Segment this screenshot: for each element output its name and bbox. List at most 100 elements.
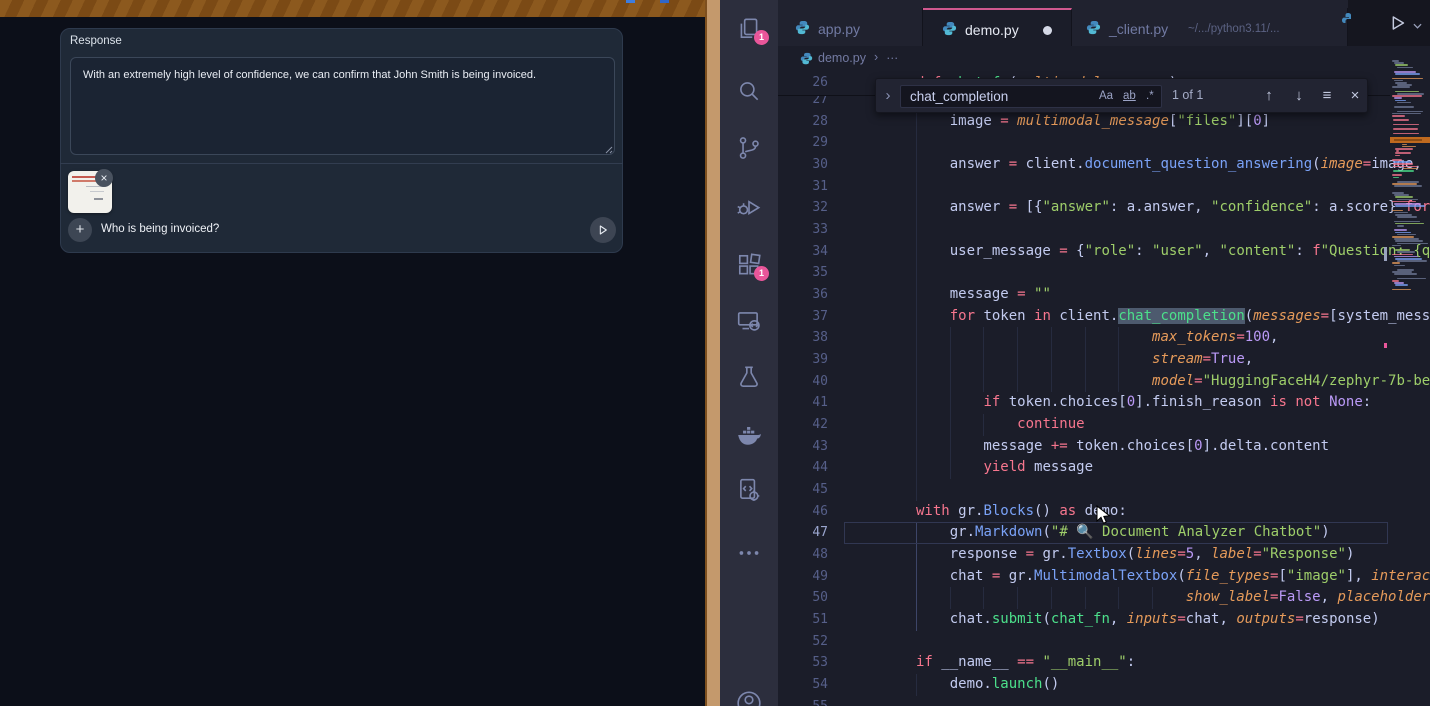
- source-control-icon[interactable]: [736, 135, 762, 161]
- line-number[interactable]: 54: [778, 674, 828, 696]
- line-number[interactable]: 39: [778, 349, 828, 371]
- line-number[interactable]: 42: [778, 414, 828, 436]
- breadcrumb-more[interactable]: …: [886, 48, 899, 62]
- gutter-row[interactable]: 35: [778, 262, 828, 284]
- line-number[interactable]: 33: [778, 219, 828, 241]
- line-number[interactable]: 46: [778, 501, 828, 523]
- modified-dot-icon[interactable]: [1043, 26, 1052, 35]
- code-line[interactable]: for token in client.chat_completion(mess…: [916, 306, 1430, 328]
- line-number[interactable]: 37: [778, 306, 828, 328]
- gutter-row[interactable]: 44: [778, 457, 828, 479]
- gutter-row[interactable]: 49: [778, 566, 828, 588]
- code-line[interactable]: response = gr.Textbox(lines=5, label="Re…: [916, 544, 1354, 566]
- gutter-row[interactable]: 39: [778, 349, 828, 371]
- send-button[interactable]: [590, 217, 616, 243]
- code-line[interactable]: if __name__ == "__main__":: [916, 652, 1135, 674]
- code-line[interactable]: message += token.choices[0].delta.conten…: [916, 436, 1329, 458]
- chat-input-text[interactable]: Who is being invoiced?: [101, 223, 219, 235]
- gutter-row[interactable]: 51: [778, 609, 828, 631]
- code-line[interactable]: image = multimodal_message["files"][0]: [916, 111, 1270, 133]
- line-number[interactable]: 51: [778, 609, 828, 631]
- line-number[interactable]: 36: [778, 284, 828, 306]
- gutter-row[interactable]: 48: [778, 544, 828, 566]
- line-number[interactable]: 31: [778, 176, 828, 198]
- code-line[interactable]: answer = [{"answer": a.answer, "confiden…: [916, 197, 1430, 219]
- search-icon[interactable]: [736, 78, 762, 104]
- gutter-row[interactable]: 29: [778, 132, 828, 154]
- tab-app-py[interactable]: app.py: [778, 8, 923, 46]
- run-dropdown-button[interactable]: [1410, 17, 1424, 31]
- code-line[interactable]: demo.launch(): [916, 674, 1059, 696]
- code-line[interactable]: with gr.Blocks() as demo:: [916, 501, 1127, 523]
- line-number[interactable]: 40: [778, 371, 828, 393]
- code-line[interactable]: answer = client.document_question_answer…: [916, 154, 1430, 176]
- gutter-row[interactable]: 47: [778, 522, 828, 544]
- line-number[interactable]: 48: [778, 544, 828, 566]
- gutter-row[interactable]: 30: [778, 154, 828, 176]
- remove-attachment-button[interactable]: ×: [95, 169, 113, 187]
- line-number[interactable]: 45: [778, 479, 828, 501]
- breadcrumb[interactable]: demo.py › …: [778, 46, 1390, 72]
- gutter-row[interactable]: 33: [778, 219, 828, 241]
- line-number[interactable]: 50: [778, 587, 828, 609]
- code-line[interactable]: gr.Markdown("# 🔍 Document Analyzer Chatb…: [916, 522, 1330, 544]
- code-line[interactable]: max_tokens=100,: [916, 327, 1278, 349]
- minimap[interactable]: [1390, 60, 1430, 300]
- code-area[interactable]: image = multimodal_message["files"][0] a…: [916, 89, 1430, 706]
- line-number[interactable]: 53: [778, 652, 828, 674]
- response-textarea[interactable]: [70, 57, 615, 155]
- resize-grip-icon[interactable]: [603, 144, 613, 154]
- breadcrumb-file[interactable]: demo.py: [818, 51, 866, 65]
- gutter-row[interactable]: 50: [778, 587, 828, 609]
- find-in-selection-button[interactable]: ≡: [1316, 84, 1338, 108]
- gutter-row[interactable]: 37: [778, 306, 828, 328]
- gutter-row[interactable]: 31: [778, 176, 828, 198]
- line-number[interactable]: 32: [778, 197, 828, 219]
- gutter-row[interactable]: 42: [778, 414, 828, 436]
- line-number[interactable]: 34: [778, 241, 828, 263]
- whole-word-toggle[interactable]: ab: [1123, 90, 1136, 102]
- dev-containers-icon[interactable]: [736, 477, 762, 503]
- line-number[interactable]: 49: [778, 566, 828, 588]
- gutter-row[interactable]: 28: [778, 111, 828, 133]
- line-number[interactable]: 35: [778, 262, 828, 284]
- docker-icon[interactable]: [736, 422, 762, 448]
- add-file-button[interactable]: +: [68, 218, 92, 242]
- line-number[interactable]: 52: [778, 631, 828, 653]
- code-line[interactable]: user_message = {"role": "user", "content…: [916, 241, 1430, 263]
- gutter-row[interactable]: 43: [778, 436, 828, 458]
- find-query-text[interactable]: chat_completion: [910, 89, 1008, 104]
- account-icon[interactable]: [736, 688, 762, 706]
- tab-demo-py[interactable]: demo.py: [923, 8, 1072, 46]
- code-line[interactable]: show_label=False, placeholder="Upload: [916, 587, 1430, 609]
- gutter-row[interactable]: 52: [778, 631, 828, 653]
- explorer-icon[interactable]: 1: [736, 16, 762, 42]
- code-line[interactable]: if token.choices[0].finish_reason is not…: [916, 392, 1371, 414]
- close-find-button[interactable]: ×: [1344, 84, 1366, 108]
- gutter-row[interactable]: 46: [778, 501, 828, 523]
- extensions-icon[interactable]: 1: [736, 252, 762, 278]
- match-case-toggle[interactable]: Aa: [1099, 90, 1113, 102]
- run-python-file-button[interactable]: [1384, 11, 1410, 37]
- gutter-row[interactable]: 40: [778, 371, 828, 393]
- gutter-row[interactable]: 45: [778, 479, 828, 501]
- testing-flask-icon[interactable]: [736, 364, 762, 390]
- find-input[interactable]: chat_completion Aa ab .*: [900, 85, 1162, 108]
- line-number[interactable]: 28: [778, 111, 828, 133]
- toggle-replace-button[interactable]: ›: [880, 84, 896, 108]
- line-number[interactable]: 47: [778, 522, 828, 544]
- tab-client-py[interactable]: _client.py ~/.../python3.11/...: [1072, 8, 1348, 46]
- gutter-row[interactable]: 41: [778, 392, 828, 414]
- line-number[interactable]: 41: [778, 392, 828, 414]
- code-line[interactable]: chat = gr.MultimodalTextbox(file_types=[…: [916, 566, 1430, 588]
- code-line[interactable]: message = "": [916, 284, 1051, 306]
- code-line[interactable]: yield message: [916, 457, 1093, 479]
- gutter-row[interactable]: 34: [778, 241, 828, 263]
- regex-toggle[interactable]: .*: [1146, 90, 1154, 102]
- code-line[interactable]: chat.submit(chat_fn, inputs=chat, output…: [916, 609, 1380, 631]
- line-number[interactable]: 44: [778, 457, 828, 479]
- previous-match-button[interactable]: ↑: [1258, 84, 1280, 108]
- remote-explorer-icon[interactable]: [736, 308, 762, 334]
- line-number[interactable]: 38: [778, 327, 828, 349]
- code-line[interactable]: model="HuggingFaceH4/zephyr-7b-beta": [916, 371, 1430, 393]
